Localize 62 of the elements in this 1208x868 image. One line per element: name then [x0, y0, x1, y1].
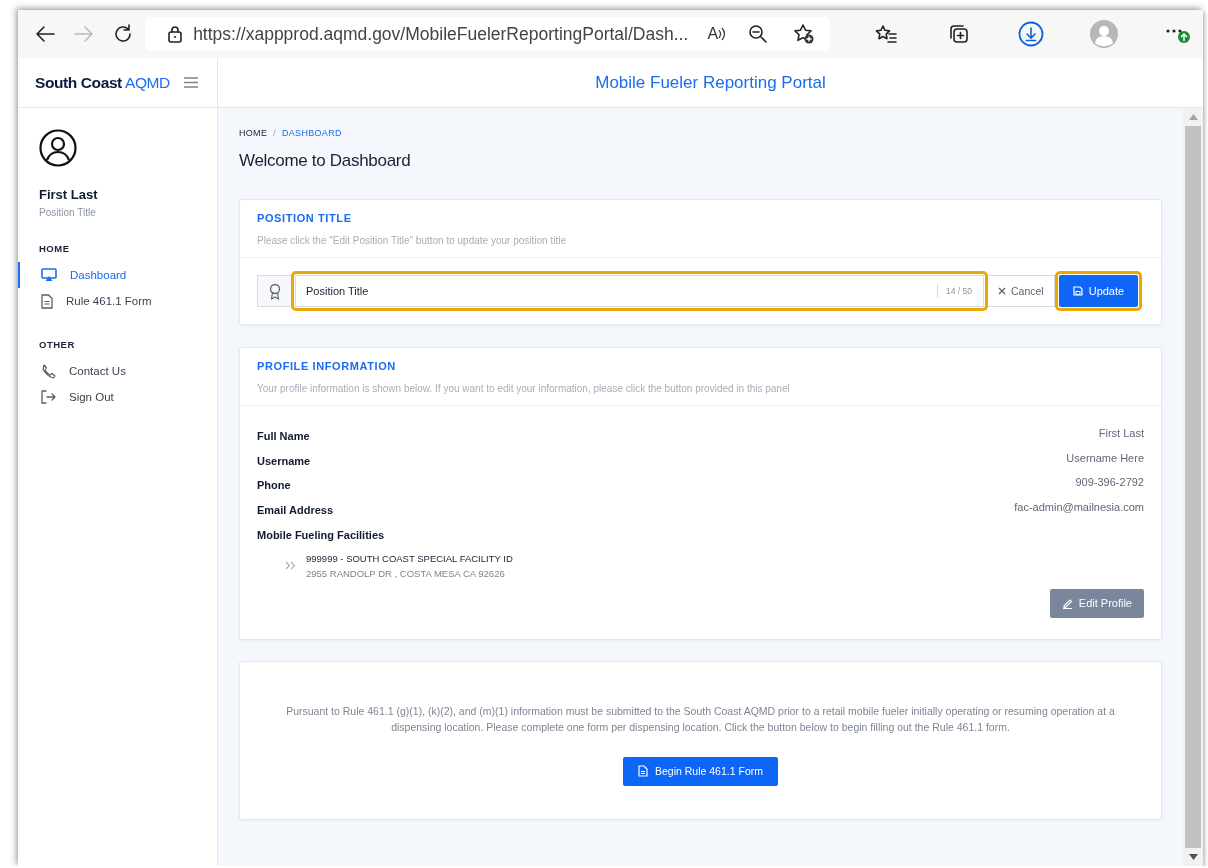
- notice-text: Pursuant to Rule 461.1 (g)(1), (k)(2), and (m)(1) information must be submitted to the South Coast AQMD prior to a retail mobile fueler initially operating or resuming operation at a dispensing location. Please complete one form per dispensing location. Click the button below to begin filling out the Rule 461.1 form.: [285, 703, 1116, 735]
- field-value: Username Here: [1066, 451, 1144, 466]
- field-label: Full Name: [257, 430, 310, 444]
- document-icon: [638, 765, 648, 778]
- card-title: PROFILE INFORMATION: [257, 360, 397, 372]
- address-bar[interactable]: https://xappprod.aqmd.gov/MobileFuelerReportingPortal/Dash... A: [145, 17, 831, 51]
- zoom-out-icon: [748, 24, 769, 44]
- brand-logo: South Coast AQMD: [35, 73, 170, 92]
- nav-item[interactable]: Contact Us: [18, 358, 217, 384]
- avatar-icon: [1089, 20, 1118, 48]
- double-chevron-icon: [285, 561, 296, 571]
- scroll-down-icon: [1188, 854, 1198, 860]
- menu-button[interactable]: [183, 77, 198, 88]
- forward-arrow-icon: [72, 23, 95, 45]
- nav-section-heading: HOME: [39, 243, 71, 254]
- nav-item[interactable]: Sign Out: [18, 384, 217, 410]
- star-plus-icon: [793, 23, 816, 45]
- scroll-up-icon: [1188, 114, 1198, 120]
- portal-title: Mobile Fueler Reporting Portal: [595, 72, 826, 93]
- card-title: POSITION TITLE: [257, 212, 353, 224]
- facility-address: 2955 RANDOLP DR , COSTA MESA CA 92626: [306, 567, 506, 579]
- read-aloud-button[interactable]: A: [703, 25, 731, 43]
- breadcrumb-link[interactable]: HOME: [239, 128, 268, 138]
- facility-name: 999999 - SOUTH COAST SPECIAL FACILITY ID: [306, 552, 513, 564]
- field-label: Mobile Fueling Facilities: [257, 528, 386, 541]
- begin-form-button[interactable]: Begin Rule 461.1 Form: [623, 756, 778, 786]
- pencil-icon: [1061, 597, 1073, 609]
- breadcrumb-separator: /: [273, 128, 276, 138]
- card-subtitle: Your profile information is shown below. If you want to edit your information, please click the button provided in this panel: [257, 383, 791, 394]
- user-position: Position Title: [39, 207, 97, 218]
- menu-icon: [183, 77, 198, 88]
- star-list-icon: [875, 23, 898, 45]
- field-value: First Last: [1098, 427, 1144, 441]
- cancel-button[interactable]: Cancel: [988, 275, 1055, 307]
- lock-icon: [167, 25, 184, 43]
- user-avatar-icon: [39, 129, 77, 167]
- field-value: fac-admin@mailnesia.com: [1014, 501, 1144, 516]
- collections-icon: [947, 23, 970, 45]
- field-label: Phone: [257, 479, 291, 494]
- field-label: Email Address: [257, 504, 333, 519]
- back-arrow-icon: [33, 23, 56, 45]
- scrollbar-thumb[interactable]: [1185, 126, 1201, 848]
- phone-icon: [41, 363, 56, 379]
- document-icon: [41, 293, 53, 309]
- sign-out-icon: [41, 390, 56, 404]
- url-text: https://xappprod.aqmd.gov/MobileFuelerReportingPortal/Dash...: [193, 23, 690, 45]
- sound-waves-icon: [718, 27, 727, 41]
- character-counter: 14 / 50: [937, 284, 972, 298]
- field-value: 909-396-2792: [1075, 476, 1144, 491]
- card-subtitle: Please click the "Edit Position Title" button to update your position title: [257, 235, 567, 246]
- field-label: Username: [257, 454, 311, 469]
- breadcrumb-link[interactable]: DASHBOARD: [282, 128, 342, 138]
- update-button[interactable]: Update: [1058, 275, 1139, 307]
- download-icon: [1018, 21, 1045, 47]
- nav-item[interactable]: Rule 461.1 Form: [18, 288, 217, 314]
- close-icon: [998, 287, 1006, 295]
- user-name: First Last: [39, 187, 99, 202]
- edit-profile-button[interactable]: Edit Profile: [1049, 588, 1144, 618]
- page-title: Welcome to Dashboard: [239, 151, 412, 171]
- monitor-icon: [41, 268, 57, 282]
- award-icon: [268, 282, 281, 300]
- nav-section-heading: OTHER: [39, 339, 76, 350]
